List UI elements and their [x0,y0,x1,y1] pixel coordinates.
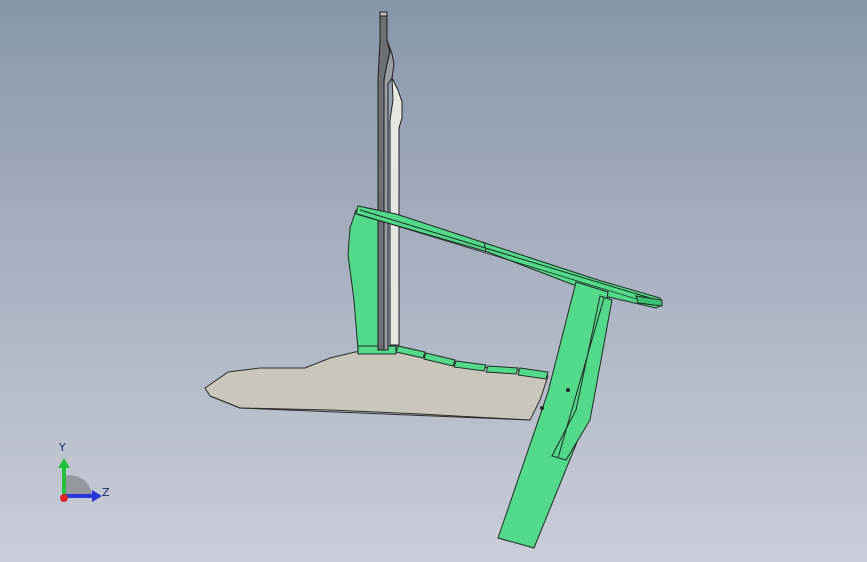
armrest-edge-line [359,209,661,302]
backrest-strip-inner[interactable] [389,77,403,346]
seat-base-body[interactable] [204,349,549,421]
y-axis-arrow-icon [58,458,70,468]
z-axis-label: Z [102,486,110,499]
origin-dot-icon [60,494,68,502]
axis-triad: Y Z [44,438,124,508]
armrest-edge-line-2 [357,213,657,306]
axis-triad-graphic [58,458,102,502]
front-leg-bolt-2 [540,406,544,410]
graphics-viewport[interactable]: Y Z [0,0,867,562]
back-leg-foot[interactable] [357,345,397,355]
seat-slat-4[interactable] [485,365,519,375]
z-axis-arrow-icon [92,490,102,502]
back-leg[interactable] [347,209,381,351]
triad-plane-shade [64,475,92,496]
front-leg-bolt-1 [566,388,570,392]
backrest-top-cap[interactable] [379,11,388,17]
y-axis-label: Y [59,441,66,454]
3d-model-view[interactable] [0,0,867,562]
